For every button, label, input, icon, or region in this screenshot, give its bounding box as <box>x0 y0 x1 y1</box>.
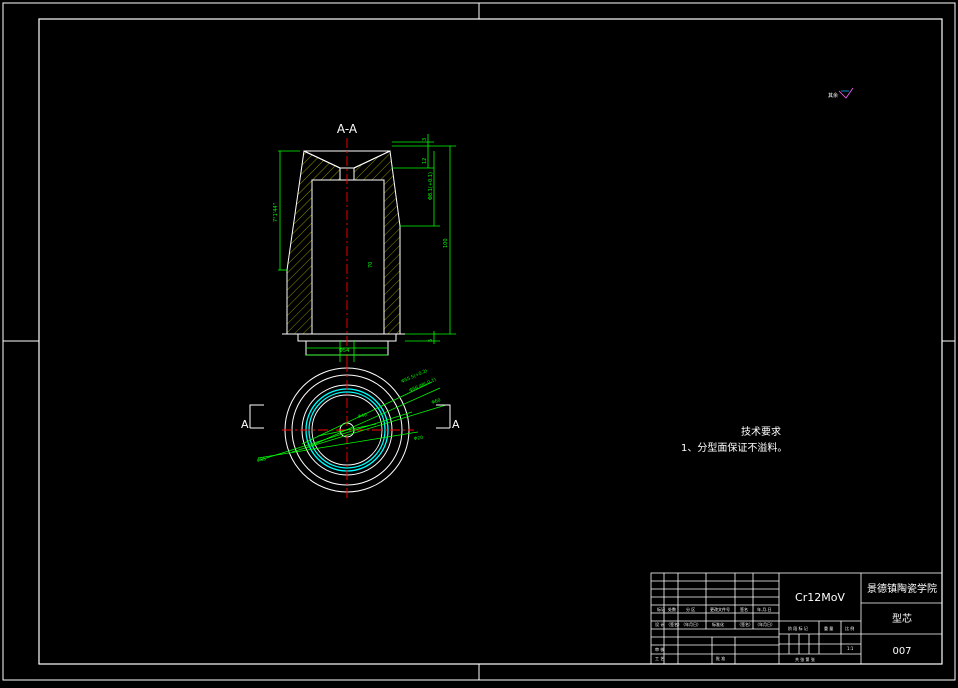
dim-inner-depth: 70 <box>368 262 374 268</box>
dim-top-small: 3 <box>422 138 428 141</box>
tech-req-title: 技术要求 <box>741 425 781 438</box>
dim-left-taper: 7°1'44" <box>273 203 279 222</box>
section-wall-left <box>286 150 341 335</box>
roughness-text: 其余 <box>828 92 838 99</box>
plan-dimension-leaders <box>257 381 447 461</box>
dim-taper-height: 12 <box>422 158 428 164</box>
tb-r0-c0: 标记 <box>657 606 665 612</box>
tb-r0-c5: 年.月.日 <box>757 606 772 612</box>
cut-label-right: A <box>452 418 460 431</box>
tb-r3-c0: 工 艺 <box>655 656 664 661</box>
plan-dimension-texts: Φ55.5(+0.2) Φ56.48(-0.1) Φ60 Φ40 Φ85 Φ20 <box>256 368 441 464</box>
cad-drawing-canvas: A-A 3 12 Φ8.1(+0.1) 100 70 7°1'44" 5 Φ54… <box>0 0 958 683</box>
scale-value: 1:1 <box>847 646 854 651</box>
centering-marks <box>3 3 955 680</box>
sheet-info: 共 张 第 张 <box>795 656 815 662</box>
tb-r1-c1: （签名） <box>666 621 682 627</box>
tb-r0-c3: 更改文件号 <box>710 606 730 612</box>
part-name: 型芯 <box>892 612 912 625</box>
section-label: A-A <box>337 122 358 136</box>
outer-border <box>2 2 956 681</box>
tb-r1-c5: （年月日） <box>755 621 775 627</box>
tb-r0-c4: 签名 <box>740 606 748 612</box>
stage-label-0: 阶 段 标 记 <box>788 625 808 631</box>
tb-r3-c2: 批 准 <box>716 655 725 661</box>
material-label: Cr12MoV <box>795 591 845 604</box>
cut-label-left: A <box>241 418 249 431</box>
roughness-mark: 其余 <box>828 87 854 99</box>
tb-r1-c2: （年月日） <box>681 621 701 627</box>
cad-drawing-svg: A-A 3 12 Φ8.1(+0.1) 100 70 7°1'44" 5 Φ54… <box>2 2 956 681</box>
tb-r1-c4: （签名） <box>737 621 753 627</box>
drawing-number: 007 <box>892 646 911 657</box>
tb-r1-c0: 设 计 <box>655 621 664 627</box>
dim-circle-5: Φ85 <box>256 456 266 464</box>
dim-circle-6: Φ20 <box>413 435 423 442</box>
inner-frame <box>38 18 943 665</box>
title-block-texts: Cr12MoV 景德镇陶瓷学院 型芯 007 标记 处数 分 区 更改文件号 签… <box>655 582 937 662</box>
dim-total-height: 100 <box>443 238 449 248</box>
stage-label-2: 比 例 <box>845 625 854 631</box>
stage-label-1: 重 量 <box>824 625 833 631</box>
dim-bottom-height: 5 <box>428 339 434 342</box>
dim-bottom-diameter: Φ54 <box>339 348 349 354</box>
section-wall-right <box>353 150 401 335</box>
dim-circle-4: Φ40 <box>357 412 367 420</box>
tb-r0-c1: 处数 <box>668 606 676 612</box>
roughness-symbol-icon <box>838 87 854 99</box>
tb-r2-c0: 审 核 <box>655 646 664 652</box>
plan-view <box>282 362 414 500</box>
tech-req-item-1: 1、分型面保证不溢料。 <box>681 441 787 454</box>
cut-markers <box>249 404 451 429</box>
tb-r0-c2: 分 区 <box>686 606 695 612</box>
school-name: 景德镇陶瓷学院 <box>867 582 937 595</box>
tb-r1-c3: 标准化 <box>712 621 724 627</box>
dim-upper-fit: Φ8.1(+0.1) <box>428 172 434 200</box>
